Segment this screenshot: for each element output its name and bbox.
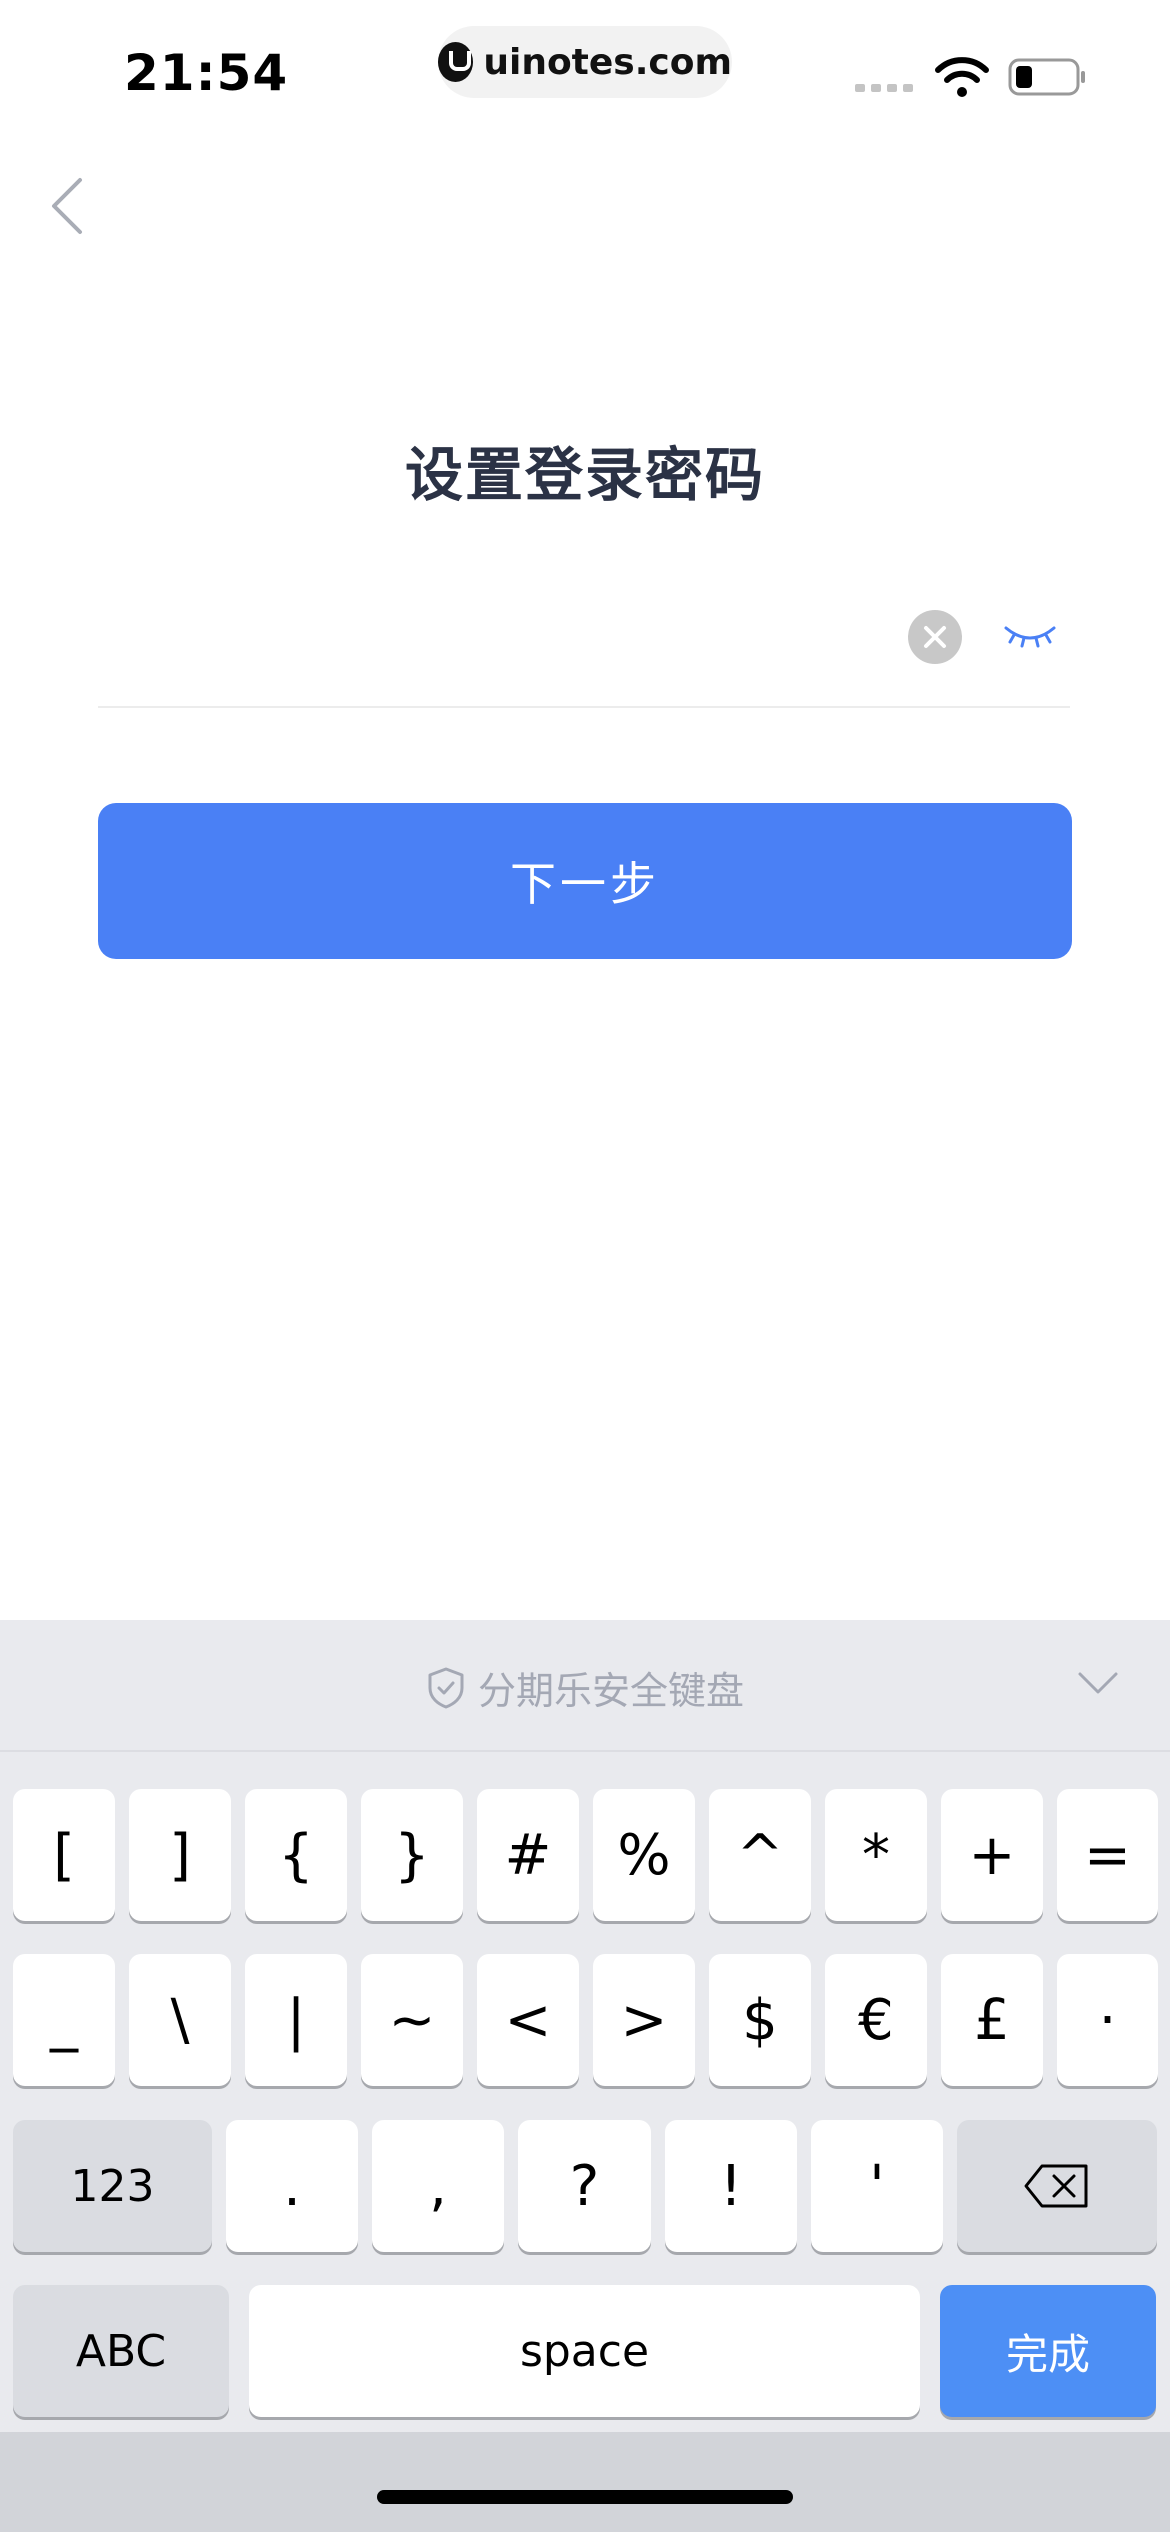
- key[interactable]: [: [13, 1789, 115, 1921]
- key[interactable]: >: [593, 1954, 695, 2086]
- cellular-signal-icon: [855, 84, 913, 92]
- site-logo-icon: [438, 42, 474, 82]
- wifi-icon: [935, 57, 989, 97]
- key[interactable]: \: [129, 1954, 231, 2086]
- key[interactable]: +: [941, 1789, 1043, 1921]
- key[interactable]: |: [245, 1954, 347, 2086]
- backspace-key[interactable]: [957, 2120, 1157, 2252]
- next-step-button[interactable]: 下一步: [98, 803, 1072, 959]
- key[interactable]: ]: [129, 1789, 231, 1921]
- keyboard-body: [ ] { } # % ^ * + = _ \ | ~ < > $ € £ · …: [0, 1752, 1170, 2432]
- key[interactable]: $: [709, 1954, 811, 2086]
- back-chevron-icon[interactable]: [48, 176, 88, 236]
- key[interactable]: €: [825, 1954, 927, 2086]
- key[interactable]: =: [1057, 1789, 1158, 1921]
- done-key[interactable]: 完成: [940, 2285, 1156, 2417]
- close-icon: [924, 626, 946, 648]
- key[interactable]: {: [245, 1789, 347, 1921]
- chevron-down-icon[interactable]: [1076, 1668, 1120, 1698]
- keyboard-header-label: 分期乐安全键盘: [0, 1660, 1170, 1715]
- numbers-mode-key[interactable]: 123: [13, 2120, 212, 2252]
- url-text: uinotes.com: [483, 41, 732, 83]
- key[interactable]: ,: [372, 2120, 504, 2252]
- key[interactable]: _: [13, 1954, 115, 2086]
- key[interactable]: <: [477, 1954, 579, 2086]
- url-pill[interactable]: uinotes.com: [438, 26, 732, 98]
- key[interactable]: *: [825, 1789, 927, 1921]
- page-title: 设置登录密码: [404, 441, 765, 509]
- status-time: 21:54: [124, 44, 289, 102]
- key[interactable]: ·: [1057, 1954, 1158, 2086]
- eye-closed-icon[interactable]: [1000, 618, 1060, 654]
- key[interactable]: £: [941, 1954, 1043, 2086]
- key[interactable]: ^: [709, 1789, 811, 1921]
- abc-mode-key[interactable]: ABC: [13, 2285, 229, 2417]
- shield-check-icon: [428, 1667, 464, 1708]
- backspace-icon: [1024, 2164, 1088, 2208]
- key[interactable]: %: [593, 1789, 695, 1921]
- key[interactable]: !: [665, 2120, 797, 2252]
- home-indicator: [377, 2490, 793, 2504]
- key[interactable]: ~: [361, 1954, 463, 2086]
- key[interactable]: ': [811, 2120, 943, 2252]
- key[interactable]: #: [477, 1789, 579, 1921]
- clear-input-button[interactable]: [908, 610, 962, 664]
- keyboard-title: 分期乐安全键盘: [477, 1669, 744, 1713]
- key[interactable]: .: [226, 2120, 358, 2252]
- key[interactable]: }: [361, 1789, 463, 1921]
- battery-icon: [1008, 58, 1085, 96]
- key[interactable]: ?: [518, 2120, 651, 2252]
- space-key[interactable]: space: [249, 2285, 920, 2417]
